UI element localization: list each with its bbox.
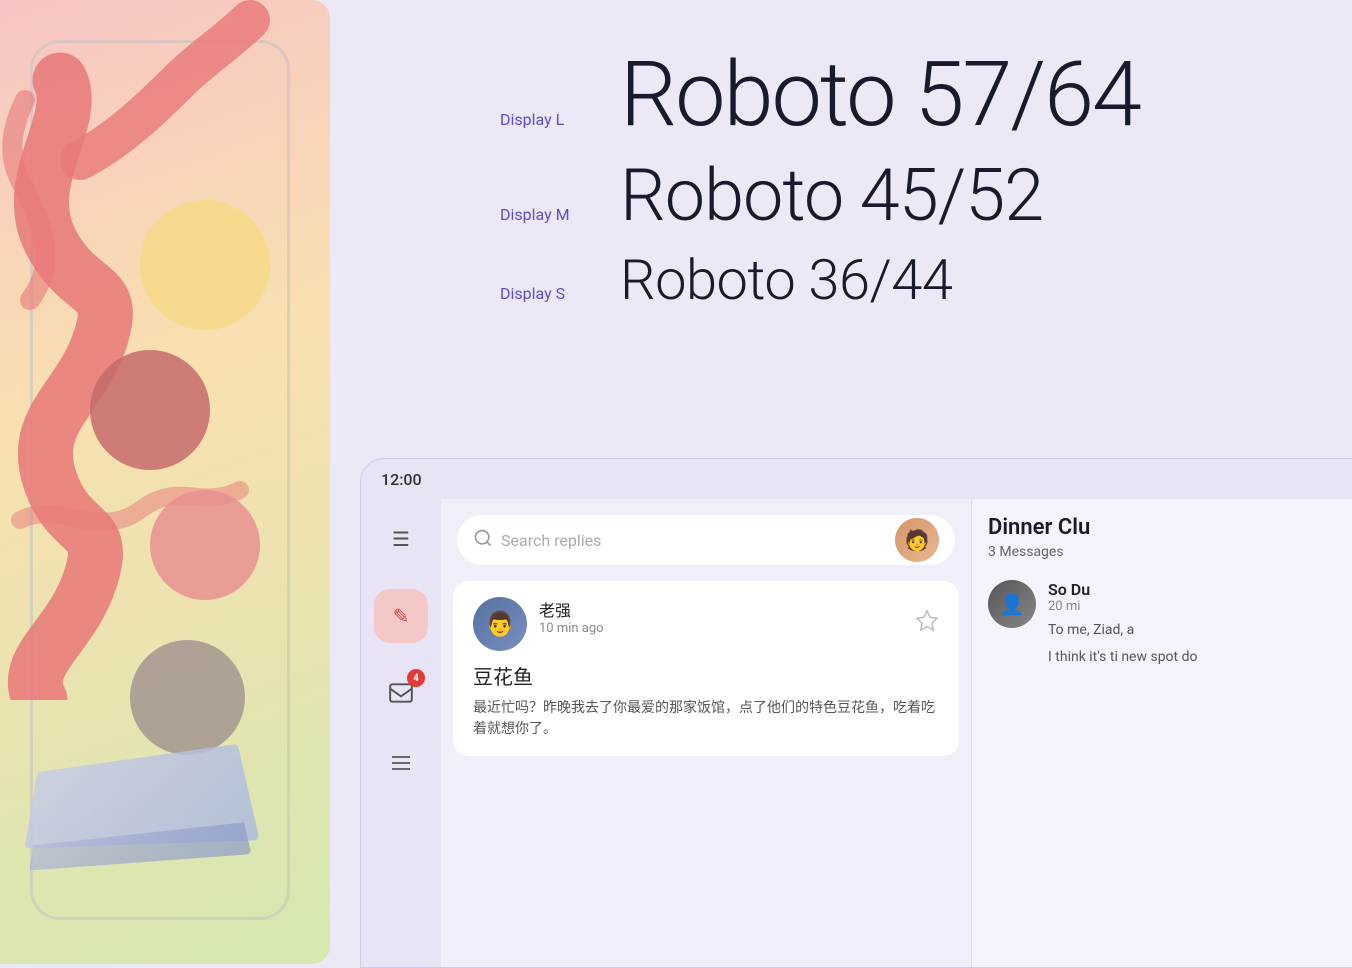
user-avatar[interactable]: 🧑 bbox=[895, 518, 939, 562]
email-body-text: I think it's ti new spot do bbox=[1048, 647, 1197, 668]
main-content: Display L Roboto 57/64 Display M Roboto … bbox=[330, 0, 1352, 964]
yellow-circle bbox=[140, 200, 270, 330]
inbox-badge: 4 bbox=[407, 669, 425, 687]
wavy-shapes bbox=[0, 0, 330, 700]
app-main-content: Search replies 🧑 👨 老强 bbox=[441, 499, 1352, 967]
search-bar[interactable]: Search replies 🧑 bbox=[457, 515, 955, 565]
email-time: 20 mi bbox=[1048, 599, 1197, 614]
sender-name: 老强 bbox=[539, 597, 903, 621]
hamburger-icon: ☰ bbox=[392, 527, 410, 551]
menu-button[interactable]: ☰ bbox=[381, 519, 421, 559]
message-count: 3 Messages bbox=[988, 544, 1352, 560]
inbox-button[interactable]: 4 bbox=[381, 673, 421, 713]
display-s-row: Display S Roboto 36/44 bbox=[500, 252, 1352, 308]
display-l-text: Roboto 57/64 bbox=[620, 50, 1140, 140]
email-item[interactable]: 👤 So Du 20 mi To me, Ziad, a I think it'… bbox=[988, 580, 1352, 668]
display-m-label: Display M bbox=[500, 205, 620, 224]
compose-icon: ✎ bbox=[393, 604, 410, 628]
list-icon bbox=[389, 751, 413, 775]
message-time: 10 min ago bbox=[539, 621, 903, 636]
app-sidebar: ☰ ✎ 4 bbox=[361, 499, 441, 967]
email-to: To me, Ziad, a bbox=[1048, 620, 1197, 641]
message-meta: 老强 10 min ago bbox=[539, 597, 903, 636]
display-s-text: Roboto 36/44 bbox=[620, 252, 952, 308]
status-bar: 12:00 bbox=[361, 459, 1352, 499]
dinner-club-title: Dinner Clu bbox=[988, 515, 1352, 540]
search-placeholder: Search replies bbox=[501, 531, 887, 550]
display-l-label: Display L bbox=[500, 110, 620, 129]
messages-panel: Search replies 🧑 👨 老强 bbox=[441, 499, 971, 967]
message-item[interactable]: 👨 老强 10 min ago 豆花鱼 最近忙吗？昨晚我 bbox=[453, 581, 959, 756]
light-pink-circle bbox=[150, 490, 260, 600]
email-sender-name: So Du bbox=[1048, 580, 1197, 599]
dark-pink-circle bbox=[90, 350, 210, 470]
display-m-row: Display M Roboto 45/52 bbox=[500, 160, 1352, 232]
search-icon bbox=[473, 528, 493, 553]
email-sender-avatar: 👤 bbox=[988, 580, 1036, 628]
star-button[interactable] bbox=[915, 609, 939, 639]
email-content: So Du 20 mi To me, Ziad, a I think it's … bbox=[1048, 580, 1197, 668]
sender-avatar: 👨 bbox=[473, 597, 527, 651]
display-m-text: Roboto 45/52 bbox=[620, 160, 1043, 232]
list-button[interactable] bbox=[381, 743, 421, 783]
app-mockup-panel: 12:00 ☰ ✎ 4 bbox=[360, 458, 1352, 968]
message-header: 👨 老强 10 min ago bbox=[473, 597, 939, 651]
typography-section: Display L Roboto 57/64 Display M Roboto … bbox=[500, 20, 1352, 450]
avatar-image: 🧑 bbox=[895, 518, 939, 562]
message-subject: 豆花鱼 bbox=[473, 661, 939, 690]
gray-circle bbox=[130, 640, 245, 755]
status-time: 12:00 bbox=[381, 470, 422, 489]
email-detail-panel: Dinner Clu 3 Messages 👤 So Du 20 mi To m… bbox=[971, 499, 1352, 967]
illustration-panel bbox=[0, 0, 330, 964]
message-preview: 最近忙吗？昨晚我去了你最爱的那家饭馆，点了他们的特色豆花鱼，吃着吃着就想你了。 bbox=[473, 698, 939, 740]
compose-fab[interactable]: ✎ bbox=[374, 589, 428, 643]
display-l-row: Display L Roboto 57/64 bbox=[500, 50, 1352, 140]
display-s-label: Display S bbox=[500, 284, 620, 303]
